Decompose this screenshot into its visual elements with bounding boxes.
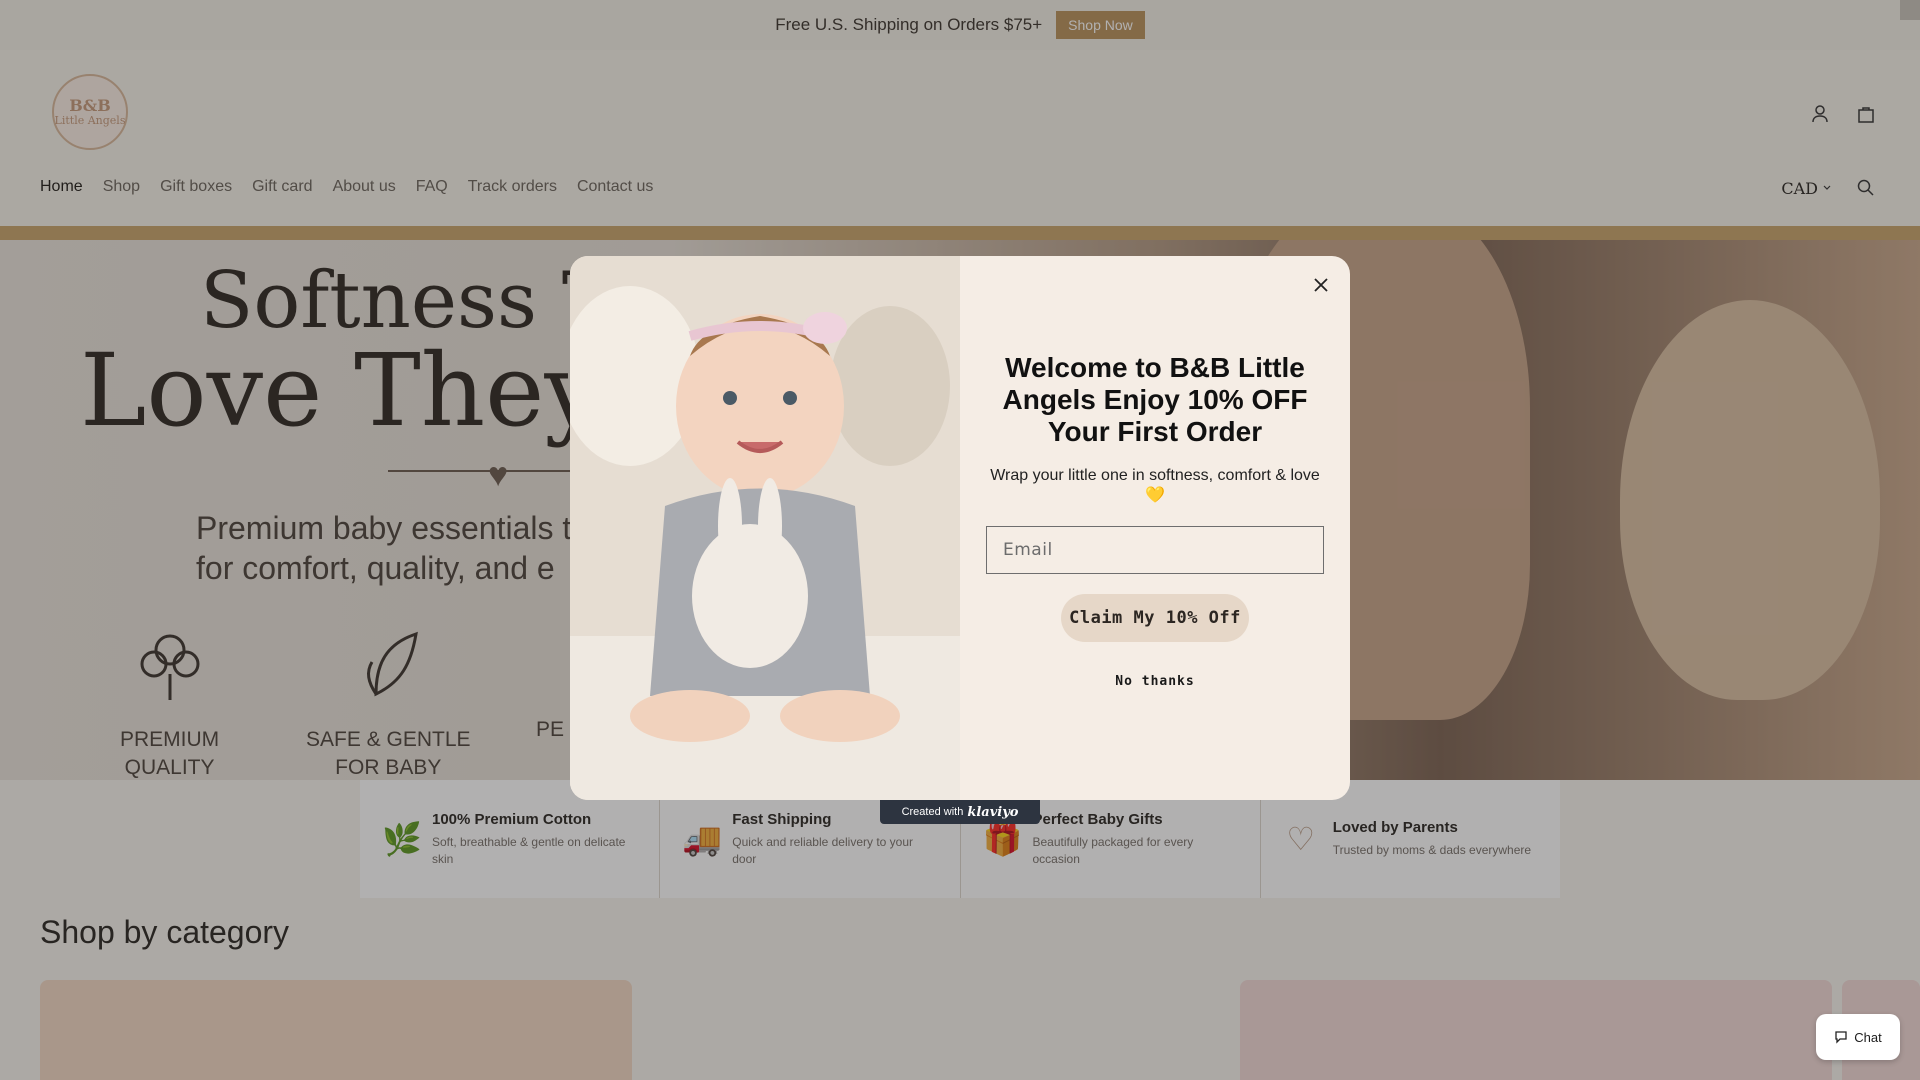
- klaviyo-logo: klaviyo: [967, 804, 1019, 820]
- signup-modal: Welcome to B&B Little Angels Enjoy 10% O…: [570, 256, 1350, 800]
- email-field[interactable]: [986, 526, 1324, 574]
- modal-baby-image: [570, 256, 960, 800]
- no-thanks-link[interactable]: No thanks: [960, 674, 1350, 689]
- chat-button[interactable]: Chat: [1816, 1014, 1900, 1060]
- modal-title: Welcome to B&B Little Angels Enjoy 10% O…: [1002, 352, 1308, 447]
- claim-discount-button[interactable]: Claim My 10% Off: [1061, 594, 1249, 642]
- chat-bubble-icon: [1835, 1031, 1847, 1044]
- close-icon[interactable]: [1306, 270, 1336, 300]
- klaviyo-badge[interactable]: Created with klaviyo: [880, 800, 1040, 824]
- chat-label: Chat: [1854, 1029, 1882, 1045]
- baby-photo: [570, 256, 960, 800]
- modal-content: Welcome to B&B Little Angels Enjoy 10% O…: [960, 256, 1350, 800]
- modal-subtitle: Wrap your little one in softness, comfor…: [990, 467, 1320, 504]
- klaviyo-badge-text: Created with: [901, 806, 964, 818]
